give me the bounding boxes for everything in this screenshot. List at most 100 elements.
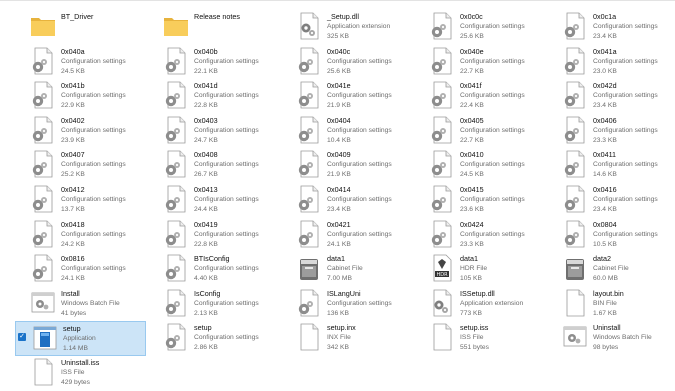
file-item[interactable]: 0x0412 Configuration settings 13.7 KB bbox=[14, 183, 147, 218]
config-file-icon bbox=[562, 47, 588, 75]
config-file-icon bbox=[429, 81, 455, 109]
file-name: 0x0406 bbox=[593, 115, 617, 125]
config-file-icon bbox=[30, 185, 56, 213]
file-item[interactable]: 0x0411 Configuration settings 14.6 KB bbox=[546, 148, 675, 183]
file-item[interactable]: 0x0404 Configuration settings 10.4 KB bbox=[280, 114, 413, 149]
file-item[interactable]: 0x041a Configuration settings 23.0 KB bbox=[546, 45, 675, 80]
file-type: Configuration settings bbox=[460, 57, 525, 65]
config-file-icon bbox=[30, 47, 56, 75]
file-item[interactable]: Release notes bbox=[147, 10, 280, 45]
file-item[interactable]: 0x040a Configuration settings 24.5 KB bbox=[14, 45, 147, 80]
file-size: 1.67 KB bbox=[593, 309, 617, 317]
file-details: 0x0412 Configuration settings 13.7 KB bbox=[61, 184, 126, 215]
file-size: 325 KB bbox=[327, 33, 349, 40]
file-item[interactable]: layout.bin BIN File 1.67 KB bbox=[546, 287, 675, 322]
file-item[interactable]: 0x0816 Configuration settings 24.1 KB bbox=[14, 252, 147, 287]
file-item[interactable]: 0x0410 Configuration settings 24.5 KB bbox=[413, 148, 546, 183]
file-item[interactable]: 0x0409 Configuration settings 21.9 KB bbox=[280, 148, 413, 183]
file-name: 0x0408 bbox=[194, 150, 218, 160]
file-size: 24.4 KB bbox=[194, 205, 218, 213]
file-item[interactable]: Install Windows Batch File 41 bytes bbox=[14, 287, 147, 322]
file-name: setup.inx bbox=[327, 323, 356, 333]
file-item[interactable]: 0x0418 Configuration settings 24.2 KB bbox=[14, 218, 147, 253]
selection-checkbox[interactable]: ✓ bbox=[18, 333, 26, 342]
file-size: 23.4 KB bbox=[593, 102, 617, 110]
file-details: 0x041e Configuration settings 21.9 KB bbox=[327, 80, 392, 111]
file-name: 0x041a bbox=[593, 46, 617, 56]
file-item[interactable]: 0x0408 Configuration settings 26.7 KB bbox=[147, 148, 280, 183]
file-item[interactable]: Uninstall.iss ISS File 429 bytes bbox=[14, 356, 147, 391]
file-item[interactable]: 0x0421 Configuration settings 24.1 KB bbox=[280, 218, 413, 253]
file-type: Configuration settings bbox=[593, 230, 658, 238]
file-type: Configuration settings bbox=[460, 195, 525, 203]
file-item[interactable]: 0x0405 Configuration settings 22.7 KB bbox=[413, 114, 546, 149]
file-item[interactable]: data1 Cabinet File 7.00 MB bbox=[280, 252, 413, 287]
file-item[interactable]: IsConfig Configuration settings 2.13 KB bbox=[147, 287, 280, 322]
file-item[interactable]: BT_Driver bbox=[14, 10, 147, 45]
file-name: Uninstall bbox=[593, 323, 621, 333]
file-type: Configuration settings bbox=[593, 126, 658, 134]
file-details: 0x0411 Configuration settings 14.6 KB bbox=[593, 149, 658, 180]
file-type: Configuration settings bbox=[194, 126, 259, 134]
file-item[interactable]: 0x0419 Configuration settings 22.8 KB bbox=[147, 218, 280, 253]
file-item[interactable]: 0x040c Configuration settings 25.6 KB bbox=[280, 45, 413, 80]
config-file-icon bbox=[163, 150, 189, 178]
blank-file-icon bbox=[562, 289, 588, 317]
file-item[interactable]: setup.iss ISS File 551 bytes bbox=[413, 321, 546, 356]
file-item[interactable]: 0x040e Configuration settings 22.7 KB bbox=[413, 45, 546, 80]
file-item[interactable]: data2 Cabinet File 60.0 MB bbox=[546, 252, 675, 287]
file-size: 21.9 KB bbox=[327, 171, 351, 179]
file-item[interactable]: 0x0407 Configuration settings 25.2 KB bbox=[14, 148, 147, 183]
file-type: Cabinet File bbox=[593, 265, 629, 273]
file-type: Configuration settings bbox=[61, 92, 126, 100]
file-item[interactable]: 0x0403 Configuration settings 24.7 KB bbox=[147, 114, 280, 149]
file-name: 0x0c1a bbox=[593, 12, 617, 21]
config-file-icon bbox=[163, 47, 189, 75]
config-file-icon bbox=[30, 150, 56, 178]
file-item[interactable]: 0x041d Configuration settings 22.8 KB bbox=[147, 79, 280, 114]
config-file-icon bbox=[429, 47, 455, 75]
file-details: Uninstall.iss ISS File 429 bytes bbox=[61, 357, 99, 388]
file-item[interactable]: ISSetup.dll Application extension 773 KB bbox=[413, 287, 546, 322]
file-size: 22.8 KB bbox=[194, 240, 218, 248]
file-item[interactable]: 0x0424 Configuration settings 23.3 KB bbox=[413, 218, 546, 253]
file-item[interactable]: HDR data1 HDR File 105 KB bbox=[413, 252, 546, 287]
file-item[interactable]: 0x040b Configuration settings 22.1 KB bbox=[147, 45, 280, 80]
file-item[interactable]: 0x0414 Configuration settings 23.4 KB bbox=[280, 183, 413, 218]
file-item[interactable]: Uninstall Windows Batch File 98 bytes bbox=[546, 321, 675, 356]
config-file-icon bbox=[296, 185, 322, 213]
file-item[interactable]: 0x0402 Configuration settings 23.9 KB bbox=[14, 114, 147, 149]
file-size: 22.4 KB bbox=[460, 102, 484, 110]
file-size: 22.1 KB bbox=[194, 67, 218, 75]
config-file-icon bbox=[296, 47, 322, 75]
file-item[interactable]: 0x0406 Configuration settings 23.3 KB bbox=[546, 114, 675, 149]
file-name: 0x042d bbox=[593, 81, 617, 91]
file-name: 0x041d bbox=[194, 81, 218, 91]
file-item[interactable]: 0x0416 Configuration settings 23.4 KB bbox=[546, 183, 675, 218]
file-item[interactable]: 0x0415 Configuration settings 23.6 KB bbox=[413, 183, 546, 218]
file-item[interactable]: 0x041e Configuration settings 21.9 KB bbox=[280, 79, 413, 114]
file-item[interactable]: _Setup.dll Application extension 325 KB bbox=[280, 10, 413, 45]
file-details: 0x0405 Configuration settings 22.7 KB bbox=[460, 115, 525, 146]
config-file-icon bbox=[30, 220, 56, 248]
file-name: 0x040e bbox=[460, 46, 484, 56]
file-item[interactable]: 0x041b Configuration settings 22.9 KB bbox=[14, 79, 147, 114]
file-item[interactable]: 0x0413 Configuration settings 24.4 KB bbox=[147, 183, 280, 218]
file-item[interactable]: 0x0804 Configuration settings 10.5 KB bbox=[546, 218, 675, 253]
file-item[interactable]: 0x042d Configuration settings 23.4 KB bbox=[546, 79, 675, 114]
file-item[interactable]: ✓ setup Application 1.14 MB bbox=[15, 321, 146, 356]
file-item[interactable]: setup Configuration settings 2.86 KB bbox=[147, 321, 280, 356]
file-name: 0x0404 bbox=[327, 115, 351, 125]
file-item[interactable]: setup.inx INX File 342 KB bbox=[280, 321, 413, 356]
file-item[interactable]: ISLangUni Configuration settings 136 KB bbox=[280, 287, 413, 322]
file-item[interactable]: 0x0c1a Configuration settings 23.4 KB bbox=[546, 10, 675, 45]
config-file-icon bbox=[163, 185, 189, 213]
config-file-icon bbox=[429, 185, 455, 213]
file-type: HDR File bbox=[460, 265, 488, 273]
file-item[interactable]: BTIsConfig Configuration settings 4.40 KB bbox=[147, 252, 280, 287]
file-item[interactable]: 0x0c0c Configuration settings 25.6 KB bbox=[413, 10, 546, 45]
config-file-icon bbox=[163, 116, 189, 144]
file-type: Configuration settings bbox=[593, 161, 658, 169]
file-item[interactable]: 0x041f Configuration settings 22.4 KB bbox=[413, 79, 546, 114]
file-type: Windows Batch File bbox=[593, 334, 652, 342]
